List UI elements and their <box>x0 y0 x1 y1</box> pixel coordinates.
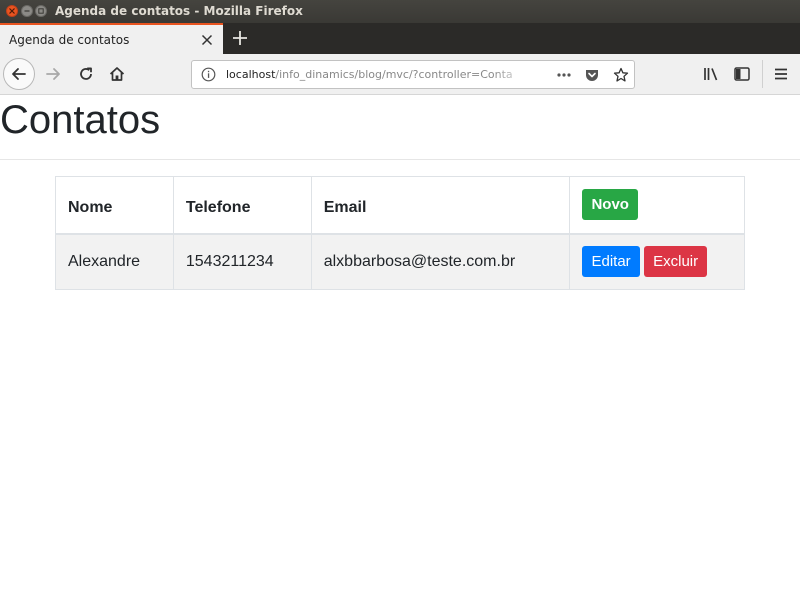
info-icon[interactable] <box>201 67 216 82</box>
cell-telefone: 1543211234 <box>172 233 312 290</box>
minimize-icon[interactable] <box>21 5 33 17</box>
reload-icon[interactable] <box>77 65 95 83</box>
window-titlebar: Agenda de contatos - Mozilla Firefox <box>0 0 800 23</box>
divider <box>0 159 800 160</box>
table-header-row: Nome Telefone Email Novo <box>55 176 745 235</box>
header-actions: Novo <box>569 176 745 235</box>
cell-email: alxbbarbosa@teste.com.br <box>310 233 571 290</box>
library-icon[interactable] <box>702 65 720 83</box>
address-bar[interactable]: localhost/info_dinamics/blog/mvc/?contro… <box>191 60 635 89</box>
back-button[interactable] <box>3 58 35 90</box>
more-actions-icon[interactable] <box>556 67 572 83</box>
url-text[interactable]: localhost/info_dinamics/blog/mvc/?contro… <box>226 68 512 81</box>
maximize-icon[interactable] <box>35 5 47 17</box>
back-arrow-icon <box>12 68 26 80</box>
new-contact-button[interactable]: Novo <box>582 189 638 221</box>
cell-actions: Editar Excluir <box>569 233 745 290</box>
url-host: localhost <box>226 68 276 81</box>
edit-button[interactable]: Editar <box>582 246 640 278</box>
tab-agenda-de-contatos[interactable]: Agenda de contatos <box>0 23 223 54</box>
sidebar-icon[interactable] <box>733 65 751 83</box>
home-icon[interactable] <box>108 65 126 83</box>
forward-arrow-icon[interactable] <box>44 65 62 83</box>
page-title: Contatos <box>0 98 161 142</box>
bookmark-star-icon[interactable] <box>613 67 629 83</box>
table-row: Alexandre 1543211234 alxbbarbosa@teste.c… <box>55 233 745 290</box>
new-tab-icon[interactable] <box>230 28 250 48</box>
header-telefone: Telefone <box>172 176 312 235</box>
cell-nome: Alexandre <box>55 233 174 290</box>
header-email: Email <box>310 176 571 235</box>
navigation-toolbar: localhost/info_dinamics/blog/mvc/?contro… <box>0 54 800 95</box>
tab-close-icon[interactable] <box>199 32 215 48</box>
close-window-icon[interactable] <box>6 5 18 17</box>
header-nome: Nome <box>55 176 174 235</box>
delete-button[interactable]: Excluir <box>644 246 708 278</box>
pocket-icon[interactable] <box>584 67 600 83</box>
tab-strip: Agenda de contatos <box>0 23 800 54</box>
url-path: /info_dinamics/blog/mvc/?controller=Cont… <box>275 68 512 81</box>
tab-label: Agenda de contatos <box>9 33 130 47</box>
hamburger-menu-icon[interactable] <box>772 65 790 83</box>
contacts-table: Nome Telefone Email Novo Alexandre 15432… <box>55 176 745 290</box>
window-title: Agenda de contatos - Mozilla Firefox <box>55 4 303 18</box>
